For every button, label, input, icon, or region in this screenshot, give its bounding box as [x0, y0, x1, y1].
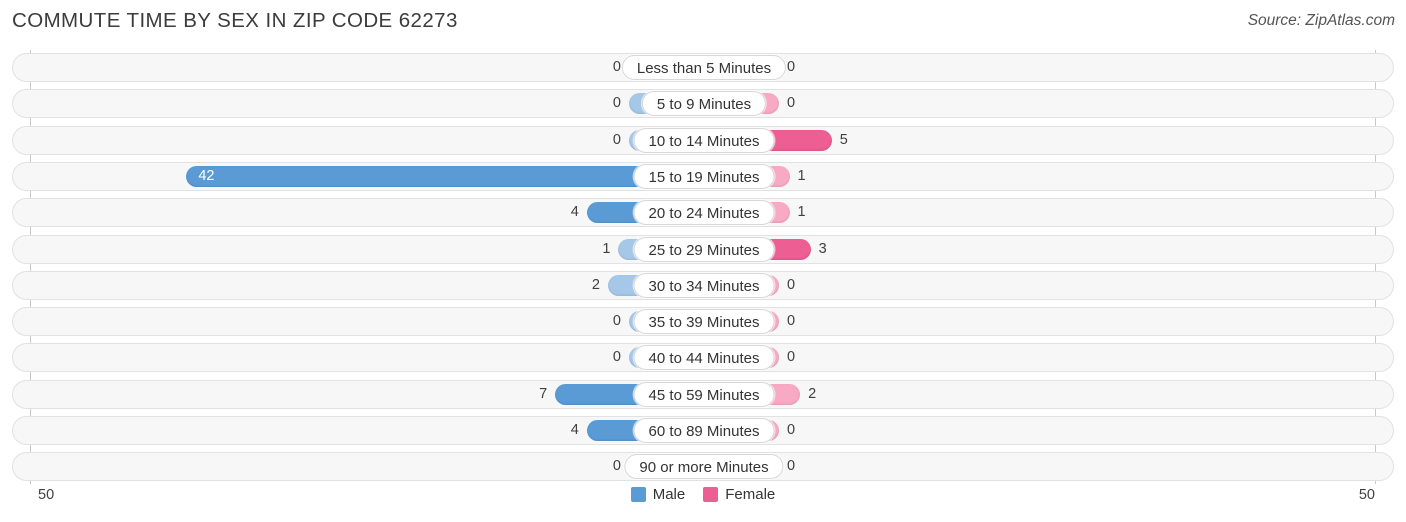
chart-row: 0 0 Less than 5 Minutes: [12, 53, 1394, 82]
value-label-male: 0: [612, 95, 621, 112]
source-attribution: Source: ZipAtlas.com: [1247, 12, 1395, 29]
bar-male[interactable]: [186, 165, 704, 187]
value-label-male: 0: [612, 59, 621, 75]
legend-item-female[interactable]: Female: [703, 486, 775, 503]
chart-row: 0 0 5 to 9 Minutes: [12, 89, 1394, 119]
value-label-female: 0: [787, 349, 796, 366]
commute-time-chart: COMMUTE TIME BY SEX IN ZIP CODE 62273 So…: [0, 0, 1406, 522]
category-label: 35 to 39 Minutes: [633, 309, 775, 335]
value-label-female: 0: [787, 422, 796, 438]
category-label: 5 to 9 Minutes: [641, 91, 767, 117]
chart-row: 1 3 25 to 29 Minutes: [12, 234, 1394, 264]
chart-row: 0 5 10 to 14 Minutes: [12, 125, 1394, 155]
chart-row: 42 1 15 to 19 Minutes: [12, 161, 1394, 191]
value-label-male: 7: [539, 385, 548, 402]
page-title: COMMUTE TIME BY SEX IN ZIP CODE 62273: [12, 9, 458, 32]
category-label: 10 to 14 Minutes: [633, 127, 775, 153]
legend-swatch-female: [703, 487, 719, 502]
chart-row: 4 1 20 to 24 Minutes: [12, 198, 1394, 228]
chart-plot-area: 0 0 Less than 5 Minutes 0 0 5 to 9 Minutes 0 5 1…: [0, 50, 1406, 484]
chart-row: 0 0 40 to 44 Minutes: [12, 343, 1394, 373]
value-label-male: 0: [612, 458, 621, 475]
chart-row: 0 0 35 to 39 Minutes: [12, 307, 1394, 337]
value-label-female: 0: [787, 95, 796, 112]
category-label: 90 or more Minutes: [624, 454, 784, 480]
chart-row: 4 0 60 to 89 Minutes: [12, 416, 1394, 445]
legend-label-female: Female: [725, 486, 776, 503]
category-label: 25 to 29 Minutes: [633, 236, 775, 262]
chart-row: 7 2 45 to 59 Minutes: [12, 379, 1394, 409]
value-label-female: 0: [787, 313, 796, 330]
value-label-male: 4: [570, 422, 579, 438]
chart-row: 0 0 90 or more Minutes: [12, 452, 1394, 482]
value-label-male: 0: [612, 313, 621, 330]
value-label-female: 3: [818, 240, 827, 257]
value-label-female: 5: [839, 131, 848, 148]
category-label: 45 to 59 Minutes: [633, 381, 775, 407]
legend-label-male: Male: [652, 486, 686, 503]
value-label-female: 0: [787, 458, 796, 475]
value-label-male: 0: [612, 131, 621, 148]
value-label-female: 1: [797, 204, 806, 221]
value-label-female: 0: [787, 59, 796, 75]
value-label-male: 2: [591, 276, 600, 293]
value-label-male: 0: [612, 349, 621, 366]
category-label: 15 to 19 Minutes: [633, 163, 775, 189]
category-label: 30 to 34 Minutes: [633, 272, 775, 298]
category-label: 40 to 44 Minutes: [633, 345, 775, 371]
value-label-female: 2: [808, 385, 817, 402]
chart-row: 2 0 30 to 34 Minutes: [12, 270, 1394, 300]
value-label-male: 42: [198, 167, 215, 184]
value-label-female: 1: [797, 167, 806, 184]
category-label: Less than 5 Minutes: [621, 55, 787, 80]
category-label: 60 to 89 Minutes: [633, 418, 775, 443]
legend-item-male[interactable]: Male: [630, 486, 686, 503]
legend-swatch-male: [630, 487, 646, 502]
value-label-female: 0: [787, 276, 796, 293]
chart-legend: Male Female: [0, 486, 1406, 503]
value-label-male: 4: [570, 204, 579, 221]
value-label-male: 1: [602, 240, 611, 257]
category-label: 20 to 24 Minutes: [633, 200, 775, 226]
